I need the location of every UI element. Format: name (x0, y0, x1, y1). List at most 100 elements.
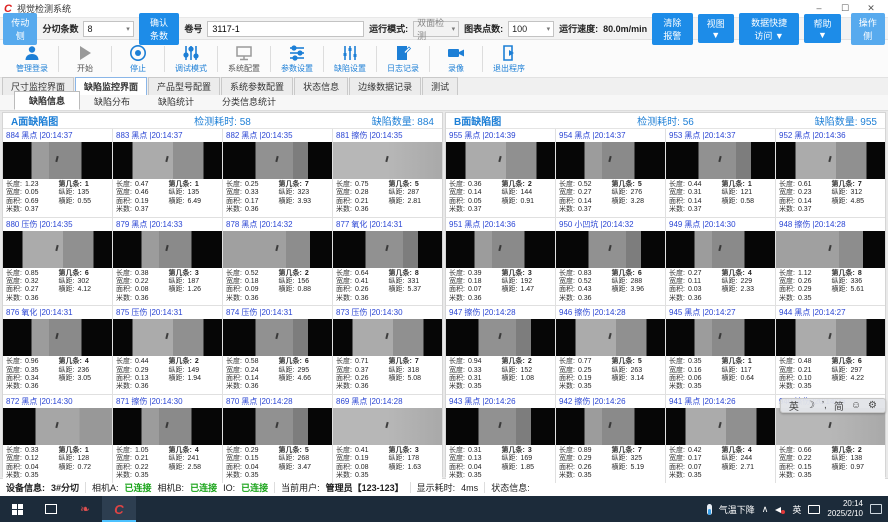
defect-cell[interactable]: 869黑点|20:14:28 长度:0.41 宽度:0.19 面积:0.08 米… (333, 395, 442, 483)
defect-image[interactable] (113, 319, 222, 356)
defect-cell[interactable]: 883黑点|20:14:37 长度:0.47 宽度:0.46 面积:0.19 米… (113, 129, 222, 217)
defect-cell[interactable]: 876氧化|20:14:31 长度:0.96 宽度:0.35 面积:0.34 米… (3, 306, 112, 394)
defect-cell[interactable]: 879黑点|20:14:33 长度:0.38 宽度:0.22 面积:0.08 米… (113, 218, 222, 306)
ime-bar-item[interactable]: ☺ (851, 400, 861, 411)
defect-image[interactable] (666, 319, 775, 356)
defect-image[interactable] (446, 408, 555, 445)
defect-image[interactable] (556, 231, 665, 268)
defect-cell[interactable]: 953黑点|20:14:37 长度:0.44 宽度:0.31 面积:0.14 米… (666, 129, 775, 217)
defect-cell[interactable]: 946擦伤|20:14:28 长度:0.77 宽度:0.25 面积:0.19 米… (556, 306, 665, 394)
defect-image[interactable] (3, 231, 112, 268)
help-menu-button[interactable]: 帮助 ▼ (804, 14, 840, 43)
defect-image[interactable] (446, 319, 555, 356)
defect-cell[interactable]: 873压伤|20:14:30 长度:0.71 宽度:0.37 面积:0.26 米… (333, 306, 442, 394)
ime-language-bar[interactable]: 英☽’,简☺⚙ (780, 398, 886, 413)
defect-image[interactable] (223, 319, 332, 356)
data-quick-access-button[interactable]: 数据快捷访问 ▼ (739, 13, 800, 45)
defect-image[interactable] (113, 231, 222, 268)
defect-cell[interactable]: 870黑点|20:14:28 长度:0.29 宽度:0.15 面积:0.04 米… (223, 395, 332, 483)
action-button[interactable]: 管理登录 (6, 42, 58, 75)
defect-cell[interactable]: 880压伤|20:14:35 长度:0.85 宽度:0.32 面积:0.27 米… (3, 218, 112, 306)
clear-alarm-button[interactable]: 清除报警 (652, 13, 693, 45)
action-button[interactable]: 退出程序 (483, 42, 535, 75)
defect-cell[interactable]: 878黑点|20:14:32 长度:0.52 宽度:0.18 面积:0.09 米… (223, 218, 332, 306)
sub-tab[interactable]: 分类信息统计 (208, 93, 290, 110)
action-button[interactable]: 日志记录 (377, 42, 429, 75)
defect-image[interactable] (556, 408, 665, 445)
action-button[interactable]: 参数设置 (271, 42, 323, 75)
run-mode-select[interactable]: 双面检测 ▾ (413, 21, 459, 37)
main-tab[interactable]: 边缘数据记录 (349, 77, 421, 95)
defect-image[interactable] (776, 319, 885, 356)
defect-image[interactable] (446, 142, 555, 179)
taskbar-app-icon[interactable]: ❧ (68, 496, 102, 522)
sub-tab[interactable]: 缺陷分布 (80, 93, 144, 110)
speaker-icon[interactable] (775, 505, 785, 514)
defect-cell[interactable]: 882黑点|20:14:35 长度:0.25 宽度:0.33 面积:0.17 米… (223, 129, 332, 217)
drive-side-button[interactable]: 传动侧 (3, 13, 37, 45)
action-button[interactable]: 开始 (59, 42, 111, 75)
defect-cell[interactable]: 874压伤|20:14:31 长度:0.58 宽度:0.24 面积:0.14 米… (223, 306, 332, 394)
roll-number-input[interactable] (207, 21, 364, 37)
defect-image[interactable] (556, 319, 665, 356)
defect-image[interactable] (446, 231, 555, 268)
defect-cell[interactable]: 871擦伤|20:14:30 长度:1.05 宽度:0.21 面积:0.22 米… (113, 395, 222, 483)
confirm-count-button[interactable]: 确认条数 (139, 13, 180, 45)
defect-image[interactable] (556, 142, 665, 179)
defect-image[interactable] (333, 231, 442, 268)
action-button[interactable]: 系统配置 (218, 42, 270, 75)
defect-image[interactable] (223, 408, 332, 445)
view-menu-button[interactable]: 视图 ▼ (698, 14, 734, 43)
defect-cell[interactable]: 951黑点|20:14:36 长度:0.39 宽度:0.18 面积:0.07 米… (446, 218, 555, 306)
chart-points-select[interactable]: 100 ▾ (508, 21, 554, 37)
defect-image[interactable] (666, 408, 775, 445)
defect-cell[interactable]: 875压伤|20:14:31 长度:0.44 宽度:0.29 面积:0.13 米… (113, 306, 222, 394)
defect-cell[interactable]: 877氧化|20:14:31 长度:0.64 宽度:0.41 面积:0.26 米… (333, 218, 442, 306)
weather-text[interactable]: 气温下降 (719, 503, 755, 516)
main-tab[interactable]: 状态信息 (294, 77, 348, 95)
defect-cell[interactable]: 943黑点|20:14:26 长度:0.31 宽度:0.13 面积:0.04 米… (446, 395, 555, 483)
defect-image[interactable] (223, 142, 332, 179)
ime-bar-item[interactable]: ’, (822, 400, 827, 411)
defect-cell[interactable]: 884黑点|20:14:37 长度:1.23 宽度:0.05 面积:0.69 米… (3, 129, 112, 217)
slit-count-select[interactable]: 8 ▾ (83, 21, 133, 37)
defect-cell[interactable]: 954黑点|20:14:37 长度:0.52 宽度:0.27 面积:0.14 米… (556, 129, 665, 217)
defect-image[interactable] (333, 142, 442, 179)
defect-cell[interactable]: 955黑点|20:14:39 长度:0.36 宽度:0.14 面积:0.05 米… (446, 129, 555, 217)
defect-cell[interactable]: 952黑点|20:14:36 长度:0.61 宽度:0.23 面积:0.14 米… (776, 129, 885, 217)
defect-image[interactable] (666, 142, 775, 179)
defect-image[interactable] (223, 231, 332, 268)
defect-image[interactable] (333, 319, 442, 356)
clock[interactable]: 20:14 2025/2/10 (827, 499, 863, 519)
defect-cell[interactable]: 941黑点|20:14:26 长度:0.42 宽度:0.17 面积:0.07 米… (666, 395, 775, 483)
ime-bar-item[interactable]: 英 (789, 398, 799, 413)
ime-bar-item[interactable]: ⚙ (868, 400, 877, 411)
defect-cell[interactable]: 945黑点|20:14:27 长度:0.35 宽度:0.16 面积:0.06 米… (666, 306, 775, 394)
defect-cell[interactable]: 944黑点|20:14:27 长度:0.48 宽度:0.21 面积:0.10 米… (776, 306, 885, 394)
input-language-indicator[interactable]: 英 (792, 503, 801, 516)
action-button[interactable]: 停止 (112, 42, 164, 75)
main-tab[interactable]: 测试 (422, 77, 458, 95)
defect-image[interactable] (113, 142, 222, 179)
defect-cell[interactable]: 872黑点|20:14:30 长度:0.33 宽度:0.12 面积:0.04 米… (3, 395, 112, 483)
taskbar-active-app-icon[interactable]: C (102, 496, 136, 522)
defect-cell[interactable]: 948擦伤|20:14:28 长度:1.12 宽度:0.26 面积:0.29 米… (776, 218, 885, 306)
keyboard-icon[interactable] (808, 505, 820, 514)
defect-image[interactable] (666, 231, 775, 268)
defect-image[interactable] (3, 142, 112, 179)
action-button[interactable]: 录像 (430, 42, 482, 75)
defect-image[interactable] (113, 408, 222, 445)
defect-image[interactable] (776, 142, 885, 179)
defect-cell[interactable]: 947擦伤|20:14:28 长度:0.94 宽度:0.33 面积:0.31 米… (446, 306, 555, 394)
sub-tab[interactable]: 缺陷统计 (144, 93, 208, 110)
defect-image[interactable] (3, 319, 112, 356)
operate-side-button[interactable]: 操作侧 (851, 13, 885, 45)
defect-image[interactable] (3, 408, 112, 445)
defect-image[interactable] (776, 231, 885, 268)
notification-center-icon[interactable] (870, 504, 882, 514)
tray-expand-icon[interactable]: ∧ (762, 504, 769, 515)
defect-image[interactable] (776, 408, 885, 445)
defect-cell[interactable]: 950小凹坑|20:14:32 长度:0.83 宽度:0.52 面积:0.43 … (556, 218, 665, 306)
start-button[interactable] (0, 496, 34, 522)
task-view-icon[interactable] (34, 496, 68, 522)
